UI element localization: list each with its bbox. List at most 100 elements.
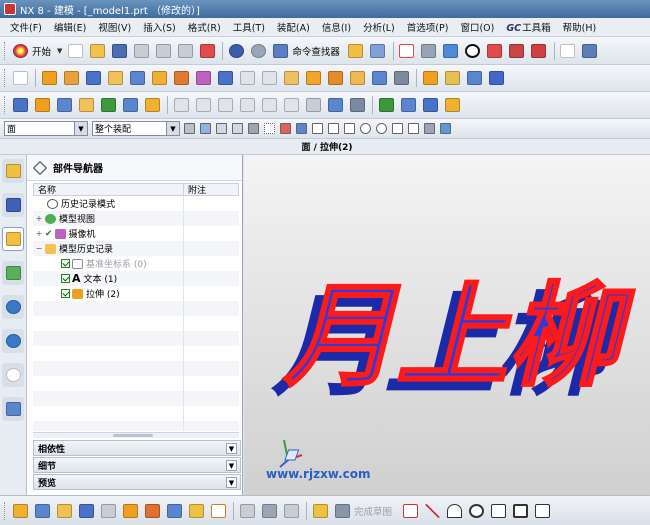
constraint-navigator-icon[interactable] — [2, 193, 24, 217]
expand-icon[interactable]: + — [35, 229, 43, 238]
menu-file[interactable]: 文件(F) — [4, 20, 48, 34]
menu-assemblies[interactable]: 装配(A) — [271, 20, 316, 34]
point-on-curve-snap-icon[interactable] — [408, 123, 419, 134]
chevron-down-icon[interactable]: ▼ — [166, 122, 179, 135]
hole-icon[interactable] — [259, 68, 279, 88]
explode-icon[interactable] — [120, 95, 140, 115]
tree-item-model-views[interactable]: + 模型视图 — [35, 211, 95, 226]
chevron-down-icon[interactable]: ▼ — [226, 477, 237, 488]
command-finder-button[interactable]: 命令查找器 — [292, 44, 340, 58]
reuse-library-icon[interactable] — [2, 261, 24, 285]
cone-icon[interactable] — [127, 68, 147, 88]
chevron-down-icon[interactable]: ▼ — [226, 460, 237, 471]
sequence-icon[interactable] — [142, 95, 162, 115]
curve-rule-icon[interactable] — [216, 123, 227, 134]
chevron-down-icon[interactable]: ▼ — [74, 122, 87, 135]
system-materials-icon[interactable] — [2, 363, 24, 387]
roles-icon[interactable] — [2, 397, 24, 421]
chevron-down-icon[interactable]: ▼ — [226, 443, 237, 454]
rendering-style-icon[interactable] — [463, 41, 483, 61]
cylinder-icon[interactable] — [105, 68, 125, 88]
constraint-icon[interactable] — [54, 95, 74, 115]
orient-view-icon[interactable] — [507, 41, 527, 61]
display-settings-icon[interactable] — [580, 41, 600, 61]
emboss-icon[interactable] — [442, 68, 462, 88]
toolbar-grip[interactable] — [4, 69, 7, 87]
component-array-icon[interactable] — [120, 501, 140, 521]
fit-view-icon[interactable] — [397, 41, 417, 61]
arc-center-snap-icon[interactable] — [360, 123, 371, 134]
unite-icon[interactable] — [149, 68, 169, 88]
endpoint-snap-icon[interactable] — [296, 123, 307, 134]
copy-icon[interactable] — [153, 41, 173, 61]
menu-view[interactable]: 视图(V) — [92, 20, 137, 34]
face-blend-icon[interactable] — [325, 95, 345, 115]
snap-point-icon[interactable] — [280, 123, 291, 134]
filter-icon[interactable] — [368, 41, 388, 61]
component-icon[interactable] — [32, 95, 52, 115]
toolbar-grip[interactable] — [4, 96, 7, 114]
clearance-icon[interactable] — [186, 501, 206, 521]
menu-tools[interactable]: 工具(T) — [227, 20, 271, 34]
sketch-icon[interactable] — [10, 68, 30, 88]
menu-preferences[interactable]: 首选项(P) — [401, 20, 455, 34]
tree-item-datum-csys[interactable]: 基准坐标系 (0) — [61, 256, 147, 271]
collapse-icon[interactable]: − — [35, 244, 43, 253]
replace-component-icon[interactable] — [164, 501, 184, 521]
tree-item-extrude[interactable]: 拉伸 (2) — [61, 286, 120, 301]
zoom-icon[interactable] — [419, 41, 439, 61]
save-icon[interactable] — [109, 41, 129, 61]
n-sided-surface-icon[interactable] — [259, 95, 279, 115]
delete-icon[interactable] — [197, 41, 217, 61]
assembly-toolbar-icon[interactable] — [10, 501, 30, 521]
tree-item-model-history[interactable]: − 模型历史记录 — [35, 241, 113, 256]
expand-icon[interactable]: + — [35, 214, 43, 223]
paste-icon[interactable] — [175, 41, 195, 61]
extruded-text-face[interactable]: 月上柳 — [276, 269, 647, 402]
move-component-icon[interactable] — [76, 95, 96, 115]
snap-view-icon[interactable] — [346, 41, 366, 61]
revolve-icon[interactable] — [61, 68, 81, 88]
measure-distance-icon[interactable] — [398, 95, 418, 115]
section-view-icon[interactable] — [485, 41, 505, 61]
trim-body-icon[interactable] — [369, 68, 389, 88]
layer-window-icon[interactable] — [558, 41, 578, 61]
edge-blend-icon[interactable] — [215, 68, 235, 88]
web-browser-icon[interactable] — [2, 295, 24, 319]
sketch-task-icon[interactable] — [310, 501, 330, 521]
menu-information[interactable]: 信息(I) — [316, 20, 357, 34]
horizontal-scrollbar[interactable] — [33, 432, 239, 438]
existing-point-snap-icon[interactable] — [392, 123, 403, 134]
block-icon[interactable] — [83, 68, 103, 88]
subtract-icon[interactable] — [171, 68, 191, 88]
weld-icon[interactable] — [259, 501, 279, 521]
checkbox[interactable] — [61, 274, 70, 283]
new-component-icon[interactable] — [54, 501, 74, 521]
route-icon[interactable] — [281, 501, 301, 521]
reposition-icon[interactable] — [98, 501, 118, 521]
intersect-icon[interactable] — [193, 68, 213, 88]
add-component-icon[interactable] — [32, 501, 52, 521]
new-file-icon[interactable] — [65, 41, 85, 61]
mirror-assembly-icon[interactable] — [142, 501, 162, 521]
rectangle-icon[interactable] — [510, 501, 530, 521]
fillet-icon[interactable] — [488, 501, 508, 521]
tree-item-history-mode[interactable]: 历史记录模式 — [47, 196, 115, 211]
menu-format[interactable]: 格式(R) — [182, 20, 227, 34]
finish-sketch-button[interactable]: 完成草图 — [354, 504, 392, 518]
body-select-icon[interactable] — [248, 123, 259, 134]
offset-face-icon[interactable] — [325, 68, 345, 88]
sew-icon[interactable] — [303, 95, 323, 115]
studio-surface-icon[interactable] — [347, 95, 367, 115]
cut-icon[interactable] — [131, 41, 151, 61]
thicken-icon[interactable] — [347, 68, 367, 88]
polygon-icon[interactable] — [532, 501, 552, 521]
toolbar-grip[interactable] — [4, 41, 7, 60]
pattern-icon[interactable] — [391, 68, 411, 88]
open-folder-icon[interactable] — [87, 41, 107, 61]
swept-icon[interactable] — [237, 95, 257, 115]
point-on-face-snap-icon[interactable] — [424, 123, 435, 134]
section-preview[interactable]: 预览 ▼ — [33, 474, 241, 490]
part-navigator-tab-icon[interactable] — [2, 227, 24, 251]
circle-icon[interactable] — [466, 501, 486, 521]
